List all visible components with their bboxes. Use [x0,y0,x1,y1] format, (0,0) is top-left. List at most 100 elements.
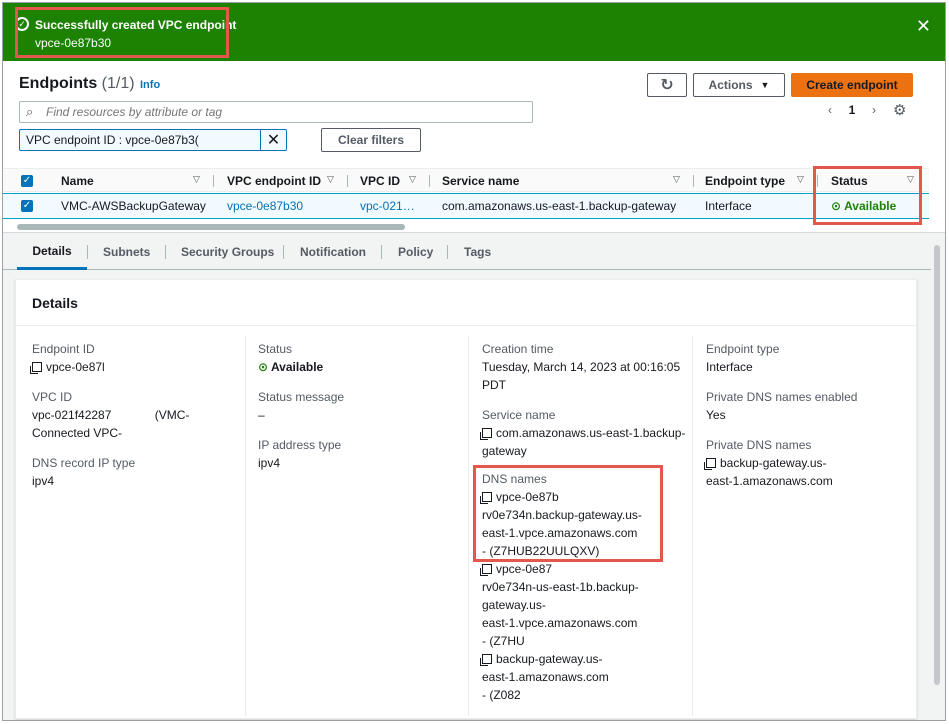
gear-icon[interactable]: ⚙ [893,101,906,119]
dns-name-text: east-1.vpce.amazonaws.com [482,616,638,630]
service-name-text: com.amazonaws.us-east-1.backup- [496,426,686,440]
endpoint-id-value: vpce-0e87l [32,358,242,376]
row-endpoint-type: Interface [705,199,752,213]
status-text: Available [270,360,324,374]
details-title: Details [32,295,78,311]
close-icon[interactable]: ✕ [916,17,931,35]
status-message-label: Status message [258,390,345,404]
tab-security-groups[interactable]: Security Groups [181,234,274,270]
remove-filter-icon[interactable]: ✕ [260,130,286,150]
endpoint-type-label: Endpoint type [706,342,780,356]
endpoint-count: (1/1) [101,75,135,92]
dns-name-text: gateway.us- [482,598,546,612]
details-col-1: Endpoint ID vpce-0e87l VPC ID vpc-021f42… [32,340,242,502]
endpoint-id-label: Endpoint ID [32,342,95,356]
status-message-value: – [258,408,265,422]
private-dns-text-2: east-1.amazonaws.com [706,474,833,488]
refresh-button[interactable]: ↻ [647,73,687,97]
col-vpc-id[interactable]: VPC ID [360,169,410,193]
private-dns-text: backup-gateway.us- [720,456,827,470]
dns-ip-type-value: ipv4 [32,474,55,488]
detail-tabs: Details Subnets Security Groups Notifica… [3,234,931,270]
prev-page-icon[interactable]: ‹ [819,103,841,117]
sort-icon[interactable]: ▽ [193,174,200,185]
dns-name-text: east-1.amazonaws.com [482,670,609,684]
creation-time-text: Tuesday, March 14, 2023 at 00:16:05 [482,360,681,374]
tab-tags[interactable]: Tags [464,234,491,270]
row-vpc-id-link[interactable]: vpc-021… [360,194,420,218]
endpoint-id-text: vpce-0e87l [46,360,105,374]
details-col-4: Endpoint type Interface Private DNS name… [706,340,916,502]
row-service-name: com.amazonaws.us-east-1.backup-gateway [442,199,677,213]
refresh-icon: ↻ [660,77,674,94]
ip-type-value: ipv4 [258,456,281,470]
copy-icon[interactable] [706,458,716,468]
status-label: Status [258,342,293,356]
dns-name-text: - (Z7HU [482,634,525,648]
private-dns-enabled-value: Yes [706,408,726,422]
vpc-id-label: VPC ID [32,390,73,404]
tab-notification[interactable]: Notification [300,234,366,270]
check-circle-icon: ⊙ [258,360,271,374]
pagination: ‹ 1 › [819,103,885,117]
caret-down-icon: ▼ [760,80,770,90]
page-title: Endpoints (1/1) [19,75,135,93]
console-window: ✓ Successfully created VPC endpoint vpce… [2,2,946,721]
info-link[interactable]: Info [140,79,160,91]
current-page[interactable]: 1 [841,103,863,117]
vertical-scrollbar[interactable] [933,235,941,711]
copy-icon[interactable] [32,362,42,372]
dns-name-text: vpce-0e87 [496,562,553,576]
sort-icon[interactable]: ▽ [327,174,334,185]
creation-time-value: Tuesday, March 14, 2023 at 00:16:05 PDT [482,358,688,394]
dns-name-text: - (Z082 [482,688,521,702]
highlight-box [813,166,922,225]
table-row[interactable]: ✓ VMC-AWSBackupGateway vpce-0e87b30 vpc-… [3,193,929,219]
col-service-name[interactable]: Service name [442,169,642,193]
sort-icon[interactable]: ▽ [673,174,680,185]
endpoint-type-value: Interface [706,360,753,374]
tab-details[interactable]: Details [17,234,87,270]
actions-button[interactable]: Actions ▼ [693,73,785,97]
sort-icon[interactable]: ▽ [797,174,804,185]
details-container: Details Endpoint ID vpce-0e87l VPC ID vp… [15,279,917,719]
create-endpoint-button[interactable]: Create endpoint [791,73,913,97]
horizontal-scrollbar[interactable] [17,224,405,230]
tab-subnets[interactable]: Subnets [103,234,150,270]
actions-label: Actions [708,78,753,92]
copy-icon[interactable] [482,428,492,438]
next-page-icon[interactable]: › [863,103,885,117]
details-header: Details [16,280,916,326]
col-name[interactable]: Name [61,169,191,193]
table-header: ✓ Name ▽ VPC endpoint ID ▽ VPC ID ▽ Serv… [3,168,929,192]
private-dns-names-label: Private DNS names [706,438,812,452]
vpc-id-text-3: Connected VPC- [32,426,123,440]
private-dns-names-value: backup-gateway.us-east-1.amazonaws.com [706,454,916,490]
col-endpoint-id[interactable]: VPC endpoint ID [227,169,327,193]
vpc-id-link[interactable]: vpc-021f42287 (VMC- Connected VPC- [32,406,242,442]
tab-policy[interactable]: Policy [398,234,433,270]
copy-icon[interactable] [482,654,492,664]
service-name-label: Service name [482,408,556,422]
filter-token: VPC endpoint ID : vpce-0e87b3( ✕ [19,129,287,151]
clear-filters-button[interactable]: Clear filters [321,128,421,152]
details-col-2: Status ⊙ Available Status message – IP a… [258,340,468,484]
dns-name-2: vpce-0e87 rv0e734n-us-east-1b.backup- ga… [482,560,688,650]
title-text: Endpoints [19,75,98,92]
search-bar[interactable]: ⌕ [19,101,533,123]
creation-time-label: Creation time [482,342,554,356]
select-all-checkbox[interactable]: ✓ [21,175,33,187]
endpoints-panel: Endpoints (1/1) Info ↻ Actions ▼ Create … [3,61,945,233]
dns-name-text: rv0e734n-us-east-1b.backup- [482,580,639,594]
ip-type-label: IP address type [258,438,342,452]
search-input[interactable] [44,103,524,121]
private-dns-enabled-label: Private DNS names enabled [706,390,858,404]
copy-icon[interactable] [482,564,492,574]
col-endpoint-type[interactable]: Endpoint type [705,169,795,193]
row-endpoint-id-link[interactable]: vpce-0e87b30 [227,194,337,218]
status-value: ⊙ Available [258,358,468,376]
sort-icon[interactable]: ▽ [409,174,416,185]
row-checkbox[interactable]: ✓ [21,200,33,212]
scrollbar-thumb[interactable] [934,245,940,685]
filter-token-label: VPC endpoint ID : vpce-0e87b3( [26,133,199,147]
